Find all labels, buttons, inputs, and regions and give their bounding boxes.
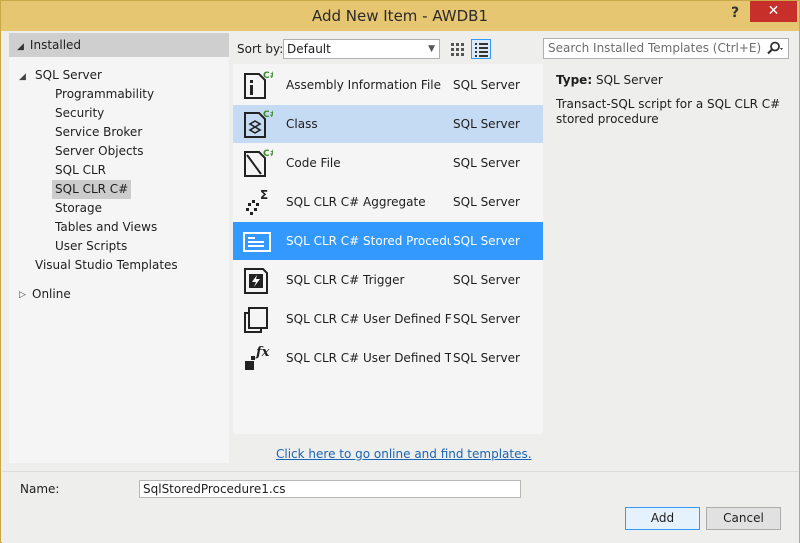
expand-triangle-icon[interactable]: ◢ (19, 72, 26, 82)
grid-view-button[interactable] (447, 39, 467, 59)
name-field[interactable] (139, 480, 521, 498)
svg-text:fx: fx (255, 345, 270, 360)
add-new-item-dialog: Add New Item - AWDB1 ? ✕ ◢ Installed ◢ SQ… (0, 0, 800, 543)
user-defined-type-icon: fx (245, 345, 270, 370)
template-row-assembly-info[interactable]: C# Assembly Information File SQL Server (233, 66, 543, 104)
tree-item-security[interactable]: Security (52, 104, 107, 123)
sort-toolbar: Sort by: Default ▼ (233, 37, 543, 61)
add-button[interactable]: Add (625, 507, 700, 530)
aggregate-icon: Σ (246, 188, 268, 215)
code-file-cs-icon: C# (244, 149, 273, 177)
template-name: SQL CLR C# User Defined Fun... (286, 312, 451, 326)
class-cs-icon: C# (244, 110, 273, 138)
stored-procedure-icon (243, 232, 271, 252)
tree-item-sql-clr-csharp[interactable]: SQL CLR C# (52, 180, 132, 199)
template-name: Assembly Information File (286, 78, 442, 92)
template-category: SQL Server (453, 117, 520, 131)
search-button[interactable] (766, 40, 784, 57)
tree-item-storage[interactable]: Storage (52, 199, 105, 218)
tree-item-server-objects[interactable]: Server Objects (52, 142, 147, 161)
trigger-icon (244, 268, 268, 294)
sort-by-value: Default (287, 42, 331, 56)
tree-item-sql-clr[interactable]: SQL CLR (52, 161, 109, 180)
grid-view-icon (451, 43, 464, 56)
user-defined-function-icon (244, 307, 268, 333)
type-value: SQL Server (595, 73, 663, 87)
list-view-icon (475, 43, 488, 57)
template-name: SQL CLR C# User Defined Type (286, 351, 451, 365)
tree-item-service-broker[interactable]: Service Broker (52, 123, 145, 142)
template-category: SQL Server (453, 273, 520, 287)
close-icon: ✕ (767, 3, 780, 19)
dialog-title: Add New Item - AWDB1 (311, 7, 489, 25)
type-label: Type: (556, 73, 593, 87)
template-category: SQL Server (453, 78, 520, 92)
template-category: SQL Server (453, 351, 520, 365)
template-name: SQL CLR C# Aggregate (286, 195, 426, 209)
assembly-info-cs-icon: C# (244, 71, 273, 99)
template-category: SQL Server (453, 312, 520, 326)
tree-item-tables-and-views[interactable]: Tables and Views (52, 218, 160, 237)
svg-text:C#: C# (263, 110, 273, 120)
template-row-user-defined-function[interactable]: SQL CLR C# User Defined Fun... SQL Serve… (233, 300, 543, 338)
category-tree: ◢ Installed ◢ SQL Server Programmability … (9, 33, 229, 463)
installed-header[interactable]: ◢ Installed (9, 33, 229, 57)
svg-text:C#: C# (263, 149, 273, 159)
tree-item-online[interactable]: Online (29, 285, 74, 304)
type-line: Type: SQL Server (556, 73, 663, 87)
search-placeholder: Search Installed Templates (Ctrl+E) (548, 41, 762, 55)
close-button[interactable]: ✕ (750, 1, 797, 22)
name-label: Name: (20, 482, 60, 496)
tree-item-user-scripts[interactable]: User Scripts (52, 237, 130, 256)
template-row-stored-procedure[interactable]: SQL CLR C# Stored Procedure SQL Server (233, 222, 543, 260)
collapse-triangle-icon[interactable]: ◢ (17, 35, 24, 59)
tree-item-programmability[interactable]: Programmability (52, 85, 157, 104)
svg-text:C#: C# (263, 71, 273, 81)
dropdown-arrow-icon: ▼ (428, 44, 435, 54)
template-name: Class (286, 117, 318, 131)
collapsed-triangle-icon[interactable]: ▷ (19, 290, 26, 300)
online-templates-link[interactable]: Click here to go online and find templat… (276, 447, 532, 461)
template-row-trigger[interactable]: SQL CLR C# Trigger SQL Server (233, 261, 543, 299)
template-description: Transact-SQL script for a SQL CLR C# sto… (556, 97, 781, 126)
tree-item-visual-studio-templates[interactable]: Visual Studio Templates (32, 256, 181, 275)
installed-label: Installed (29, 38, 82, 52)
help-button[interactable]: ? (725, 3, 745, 23)
template-row-class[interactable]: C# Class SQL Server (233, 105, 543, 143)
template-row-user-defined-type[interactable]: fx SQL CLR C# User Defined Type SQL Serv… (233, 339, 543, 377)
template-row-aggregate[interactable]: Σ SQL CLR C# Aggregate SQL Server (233, 183, 543, 221)
title-bar[interactable]: Add New Item - AWDB1 ? ✕ (1, 1, 799, 31)
list-view-button[interactable] (471, 39, 491, 59)
template-category: SQL Server (453, 156, 520, 170)
template-name: SQL CLR C# Trigger (286, 273, 405, 287)
template-name: SQL CLR C# Stored Procedure (286, 234, 451, 248)
cancel-button[interactable]: Cancel (706, 507, 781, 530)
template-details: Type: SQL Server Transact-SQL script for… (547, 64, 792, 434)
sort-by-label: Sort by: (237, 42, 284, 56)
template-name: Code File (286, 156, 341, 170)
sort-by-select[interactable]: Default ▼ (283, 39, 440, 59)
template-category: SQL Server (453, 234, 520, 248)
search-templates-input[interactable]: Search Installed Templates (Ctrl+E) (543, 38, 789, 59)
template-category: SQL Server (453, 195, 520, 209)
template-list: C# Assembly Information File SQL Server … (233, 64, 543, 434)
template-row-code-file[interactable]: C# Code File SQL Server (233, 144, 543, 182)
tree-item-sql-server[interactable]: SQL Server (32, 66, 105, 85)
svg-text:Σ: Σ (260, 188, 268, 202)
search-icon (767, 41, 783, 55)
